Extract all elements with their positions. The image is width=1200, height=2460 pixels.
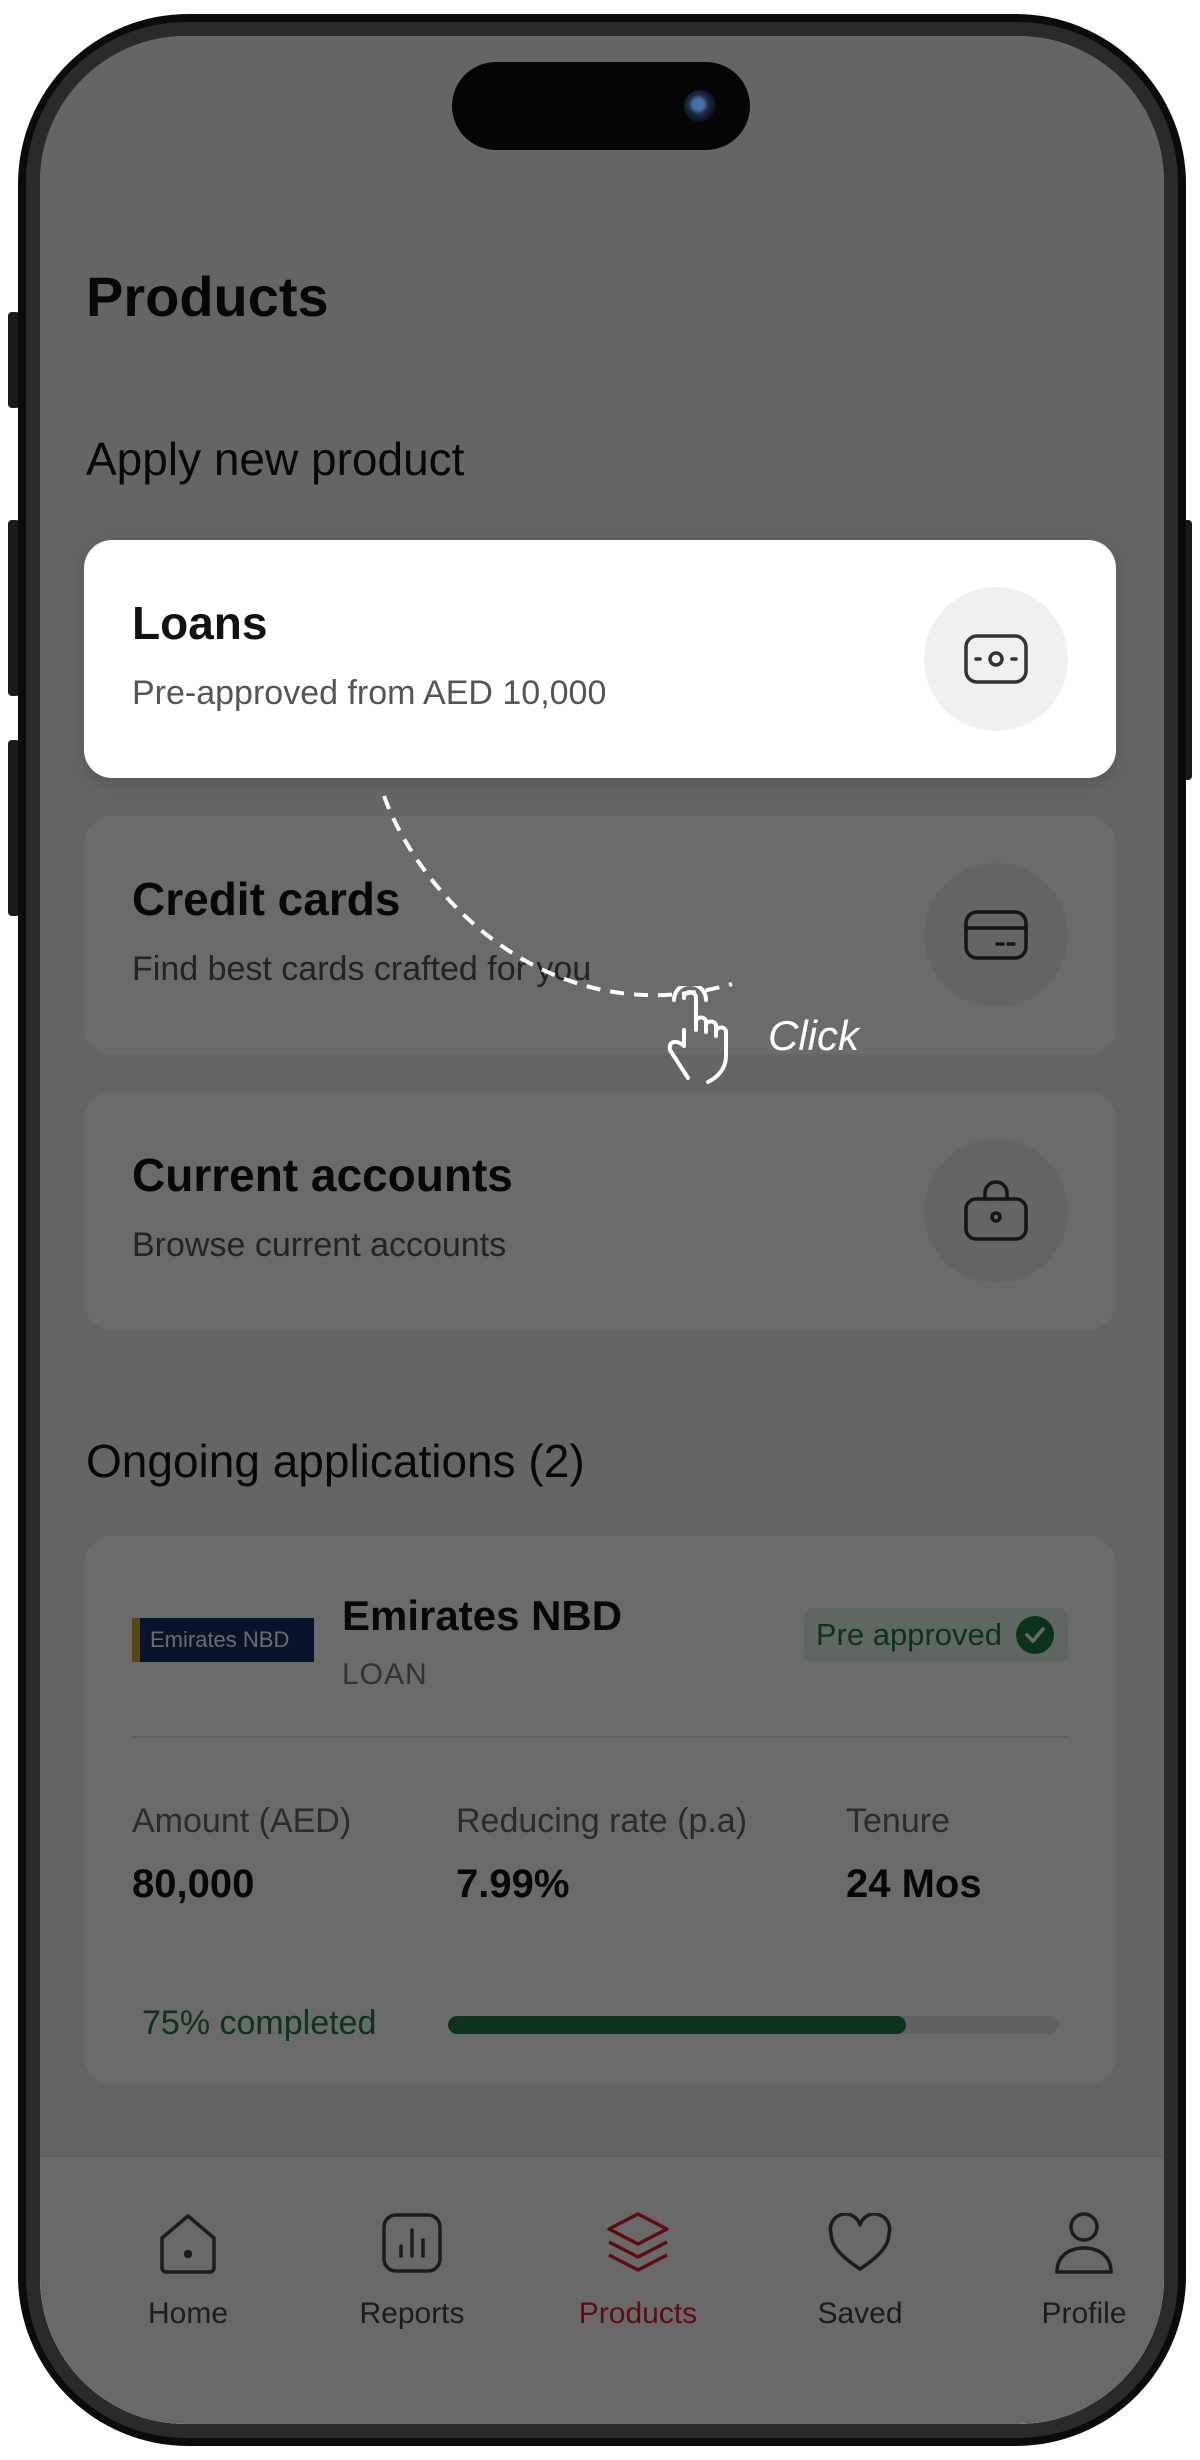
front-camera — [684, 90, 716, 122]
nav-label: Home — [147, 2297, 229, 2330]
nav-label: Saved — [817, 2297, 903, 2330]
page-title: Products — [86, 265, 329, 328]
product-subtitle: Browse current accounts — [132, 1226, 507, 1264]
tenure-value: 24 Mos — [846, 1862, 982, 1906]
product-title: Credit cards — [132, 873, 401, 925]
check-icon — [1016, 1616, 1054, 1654]
nav-saved[interactable]: Saved — [770, 2207, 950, 2331]
rate-label: Reducing rate (p.a) — [456, 1802, 748, 1840]
nav-home[interactable]: Home — [98, 2207, 278, 2331]
bottom-nav: Home Reports Products Saved Profile — [40, 2156, 1164, 2424]
nav-products[interactable]: Products — [548, 2207, 728, 2331]
wallet-icon — [924, 587, 1068, 731]
status-badge-label: Pre approved — [815, 1617, 1002, 1652]
application-card[interactable]: Emirates NBD Emirates NBD LOAN Pre appro… — [84, 1536, 1116, 2084]
amount-value: 80,000 — [132, 1862, 255, 1906]
nav-label: Profile — [1041, 2297, 1127, 2330]
amount-label: Amount (AED) — [132, 1802, 352, 1840]
gesture-label: Click — [768, 1012, 859, 1059]
nav-reports[interactable]: Reports — [322, 2207, 502, 2331]
product-title: Current accounts — [132, 1149, 513, 1201]
layers-icon — [548, 2207, 728, 2279]
progress-fill — [448, 2016, 906, 2034]
credit-card-icon — [924, 863, 1068, 1007]
application-type: LOAN — [342, 1658, 428, 1691]
product-card-current-accounts[interactable]: Current accounts Browse current accounts — [84, 1092, 1116, 1330]
status-badge: Pre approved — [803, 1608, 1068, 1662]
bank-name: Emirates NBD — [342, 1592, 623, 1639]
apply-section-title: Apply new product — [86, 433, 465, 485]
hand-pointer-icon — [667, 986, 728, 1084]
tenure-label: Tenure — [846, 1802, 950, 1840]
progress-label: 75% completed — [142, 2004, 377, 2042]
ongoing-section-title: Ongoing applications (2) — [86, 1435, 585, 1487]
product-title: Loans — [132, 597, 268, 649]
product-card-loans[interactable]: Loans Pre-approved from AED 10,000 — [84, 540, 1116, 778]
screen: Products Apply new product Loans Pre-app… — [40, 36, 1164, 2424]
heart-icon — [770, 2207, 950, 2279]
bag-icon — [924, 1139, 1068, 1283]
nav-label: Products — [578, 2297, 698, 2330]
dynamic-island — [452, 62, 750, 150]
divider — [132, 1736, 1068, 1738]
rate-value: 7.99% — [456, 1862, 570, 1906]
bank-logo: Emirates NBD — [132, 1618, 314, 1662]
product-subtitle: Pre-approved from AED 10,000 — [132, 674, 607, 712]
reports-icon — [322, 2207, 502, 2279]
home-icon — [98, 2207, 278, 2279]
profile-icon — [994, 2207, 1164, 2279]
progress-bar — [448, 2016, 1058, 2034]
nav-label: Reports — [359, 2297, 465, 2330]
nav-profile[interactable]: Profile — [994, 2207, 1164, 2331]
